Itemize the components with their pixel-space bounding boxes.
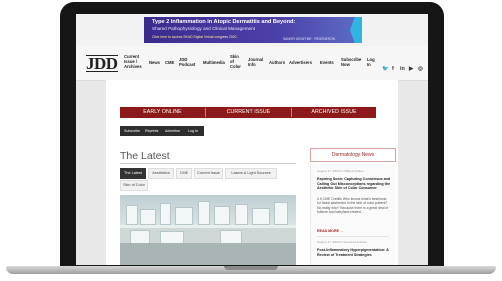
- post-title[interactable]: Post-Inflammatory Hyperpigmentation: A R…: [317, 248, 391, 257]
- image-shelf: [120, 225, 296, 228]
- filter-cme[interactable]: CME: [176, 168, 192, 179]
- sidebar-header: Dermatology News: [310, 148, 396, 162]
- subscribe-link[interactable]: Subscribe: [124, 126, 140, 136]
- image-box: [175, 207, 193, 225]
- nav-current-issue[interactable]: Current Issue / Archives: [124, 54, 144, 69]
- page-content: EARLY ONLINE CURRENT ISSUE ARCHIVED ISSU…: [106, 80, 398, 265]
- nav-advertisers[interactable]: Advertisers: [289, 60, 312, 65]
- ad-subtitle: Shared Pathophysiology and Clinical Mana…: [152, 26, 255, 31]
- site-navbar: JDD Current Issue / Archives News CME JD…: [76, 46, 428, 81]
- nav-journal-info[interactable]: Journal Info: [248, 57, 263, 67]
- filter-the-latest[interactable]: The Latest: [120, 168, 146, 179]
- ad-title: Type 2 Inflammation in Atopic Dermatitis…: [152, 19, 296, 25]
- linkedin-icon[interactable]: in: [400, 66, 405, 72]
- login-link[interactable]: Log In: [188, 126, 198, 136]
- image-box: [160, 203, 171, 225]
- issue-tabs: EARLY ONLINE CURRENT ISSUE ARCHIVED ISSU…: [120, 107, 376, 118]
- sidebar-title[interactable]: Dermatology News: [311, 149, 395, 161]
- ad-cta-link[interactable]: Click here to access SKAD Digital Virtua…: [152, 35, 237, 39]
- tab-early-online[interactable]: EARLY ONLINE: [120, 107, 205, 118]
- post-meta: August 17, 2020 in CME Activities: [317, 169, 364, 173]
- image-box: [214, 206, 230, 225]
- image-box: [274, 202, 288, 225]
- filter-skin-of-color[interactable]: Skin of Color: [120, 180, 148, 191]
- advertise-link[interactable]: Advertise: [165, 126, 180, 136]
- nav-multimedia[interactable]: Multimedia: [203, 60, 225, 65]
- instagram-icon[interactable]: ◎: [418, 66, 423, 72]
- filter-aesthetics[interactable]: Aesthetics: [148, 168, 174, 179]
- youtube-icon[interactable]: ▶: [409, 66, 413, 72]
- laptop-screen: Type 2 Inflammation in Atopic Dermatitis…: [76, 14, 428, 265]
- nav-news[interactable]: News: [149, 60, 160, 65]
- title-divider: [120, 163, 296, 164]
- nav-authors[interactable]: Authors: [269, 60, 285, 65]
- nav-log-in[interactable]: Log In: [367, 57, 375, 67]
- image-box: [130, 230, 150, 244]
- ad-arrow-icon: [350, 17, 362, 43]
- nav-events[interactable]: Events: [320, 60, 334, 65]
- ad-strip: Type 2 Inflammation in Atopic Dermatitis…: [76, 14, 428, 46]
- nav-jdd-podcast[interactable]: JDD Podcast: [179, 57, 195, 67]
- facebook-icon[interactable]: f: [392, 66, 394, 72]
- ad-sponsor: SANOFI GENZYME · REGENERON: [283, 37, 335, 41]
- page-title: The Latest: [120, 150, 170, 162]
- nav-subscribe-now[interactable]: Subscribe Now: [341, 57, 361, 67]
- tab-current-issue[interactable]: CURRENT ISSUE: [206, 107, 291, 118]
- ad-banner[interactable]: Type 2 Inflammation in Atopic Dermatitis…: [144, 17, 362, 43]
- twitter-icon[interactable]: 🐦: [382, 66, 389, 72]
- image-cart: [120, 243, 296, 265]
- image-box: [140, 209, 156, 225]
- post-meta: August 17, 2020 in Featured Articles: [317, 240, 367, 244]
- featured-article-image[interactable]: [120, 195, 296, 265]
- reprints-link[interactable]: Reprints: [145, 126, 158, 136]
- laptop-notch: [224, 266, 278, 270]
- site-logo[interactable]: JDD: [86, 55, 118, 72]
- nav-skin-of-color[interactable]: Skin of Color: [230, 54, 242, 69]
- product-photo: Type 2 Inflammation in Atopic Dermatitis…: [0, 0, 502, 281]
- image-box: [198, 201, 210, 225]
- image-box: [220, 230, 242, 244]
- post-excerpt: 0.5 CME Credits Who knows what's best/mo…: [317, 197, 389, 215]
- dermatology-news-panel: August 17, 2020 in CME Activities Expiri…: [310, 164, 395, 265]
- nav-cme[interactable]: CME: [165, 60, 174, 65]
- filter-current-issue[interactable]: Current Issue: [194, 168, 223, 179]
- filter-lasers-light-sources[interactable]: Lasers & Light Sources: [225, 168, 277, 179]
- read-more-link[interactable]: READ MORE →: [317, 229, 344, 233]
- image-box: [126, 205, 138, 225]
- image-box: [235, 204, 248, 225]
- post-divider: [317, 236, 389, 237]
- image-box: [252, 208, 270, 225]
- account-links-bar: Subscribe Reprints Advertise Log In: [120, 126, 204, 136]
- tab-archived-issue[interactable]: ARCHIVED ISSUE: [292, 107, 376, 118]
- post-title[interactable]: Expiring Soon: Capturing Consensus and C…: [317, 177, 391, 191]
